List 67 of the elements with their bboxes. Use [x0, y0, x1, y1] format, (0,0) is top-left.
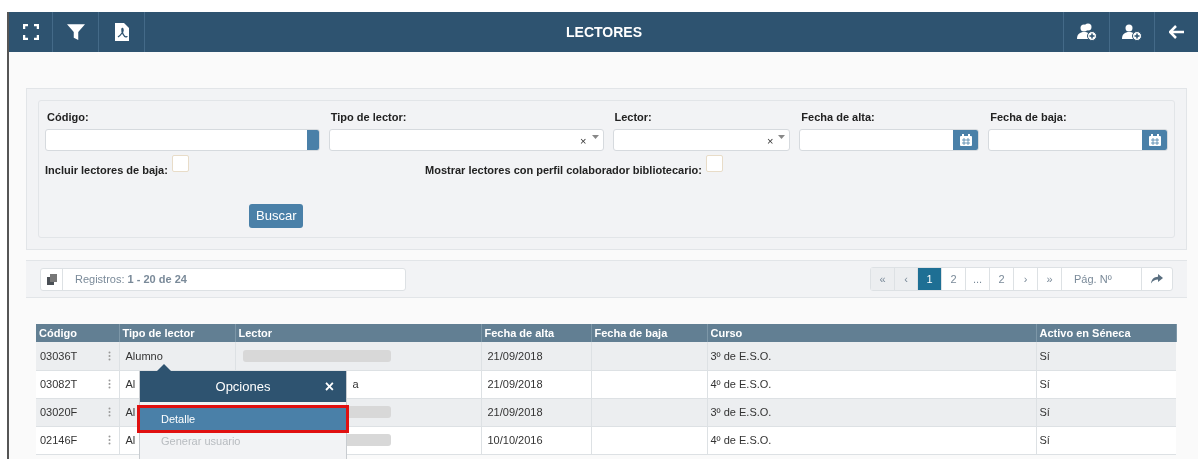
table-cell: Sí — [1036, 370, 1176, 398]
field-label: Tipo de lector: — [329, 110, 408, 125]
page-button[interactable]: ... — [966, 268, 990, 290]
caret-icon — [778, 134, 786, 139]
field-label: Lector: — [613, 110, 653, 125]
menu-item[interactable]: Detalle — [140, 408, 346, 430]
fullscreen-icon — [22, 24, 39, 40]
table-cell: Sí — [1036, 426, 1176, 454]
text-field[interactable] — [45, 128, 320, 151]
table-cell: 10/10/2016 — [481, 426, 591, 454]
table-cell: a — [352, 377, 359, 390]
pdf-file-icon — [114, 23, 129, 41]
select-field[interactable]: × — [328, 128, 604, 151]
caret-icon — [591, 134, 599, 139]
row-menu-icon[interactable] — [107, 435, 111, 445]
code-text: 03082T — [40, 376, 78, 392]
close-button[interactable]: × — [324, 378, 334, 395]
table-cell: 21/09/2018 — [481, 342, 591, 370]
field-label: Código: — [46, 110, 90, 125]
table-cell: Sí — [1036, 342, 1176, 370]
page-button[interactable]: 2 — [990, 268, 1014, 290]
clear-icon[interactable]: × — [766, 135, 774, 147]
clear-icon[interactable]: × — [580, 135, 587, 147]
table-cell: Sí — [1036, 398, 1176, 426]
page-title: LECTORES — [566, 22, 642, 42]
search-button[interactable]: Buscar — [249, 204, 304, 228]
page-number-field[interactable]: Pág. Nº — [1062, 268, 1142, 290]
checkbox[interactable] — [171, 154, 189, 172]
checkbox-label: Mostrar lectores con perfil colaborador bibliotecario: — [425, 162, 702, 178]
back-arrow-icon — [1168, 25, 1185, 39]
table-cell: 21/09/2018 — [481, 398, 591, 426]
field-label: Fecha de baja: — [989, 110, 1068, 125]
select-field[interactable]: × — [612, 128, 791, 151]
records-text: Registros: 1 - 20 de 24 — [75, 271, 187, 287]
calendar-button[interactable] — [953, 129, 979, 150]
field-label: Fecha de alta: — [800, 110, 876, 125]
users-add-icon — [1076, 23, 1097, 41]
filter-icon — [66, 23, 85, 41]
calendar-icon — [1148, 133, 1161, 146]
last-page-button[interactable]: » — [1038, 268, 1062, 290]
row-menu-icon[interactable] — [107, 350, 111, 361]
row-menu-icon[interactable] — [107, 379, 111, 389]
previous-page-button[interactable]: ‹ — [895, 268, 918, 290]
user-add-icon — [1122, 23, 1142, 41]
page-button[interactable]: 1 — [918, 268, 942, 290]
page-button[interactable]: 2 — [942, 268, 966, 290]
checkbox[interactable] — [705, 154, 723, 172]
table-cell: 3º de E.S.O. — [707, 342, 1036, 370]
date-field[interactable] — [988, 128, 1168, 151]
calendar-button[interactable] — [1142, 129, 1167, 150]
code-text: 03020F — [40, 404, 78, 420]
copy-icon — [46, 273, 57, 285]
checkbox-label: Incluir lectores de baja: — [45, 162, 168, 178]
share-arrow-icon — [1151, 274, 1163, 284]
next-page-button[interactable]: › — [1014, 268, 1038, 290]
table-cell: 3º de E.S.O. — [707, 398, 1036, 426]
table-cell: 21/09/2018 — [481, 370, 591, 398]
code-text: 02146F — [40, 432, 78, 448]
field-addon — [306, 129, 319, 150]
table-cell: 4º de E.S.O. — [707, 370, 1036, 398]
first-page-button[interactable]: « — [871, 268, 895, 290]
row-menu-icon[interactable] — [107, 407, 111, 417]
table-cell: 4º de E.S.O. — [707, 426, 1036, 454]
calendar-icon — [959, 133, 972, 146]
date-field[interactable] — [799, 128, 980, 151]
table-cell: Alumno — [119, 342, 235, 370]
code-text: 03036T — [40, 348, 78, 364]
